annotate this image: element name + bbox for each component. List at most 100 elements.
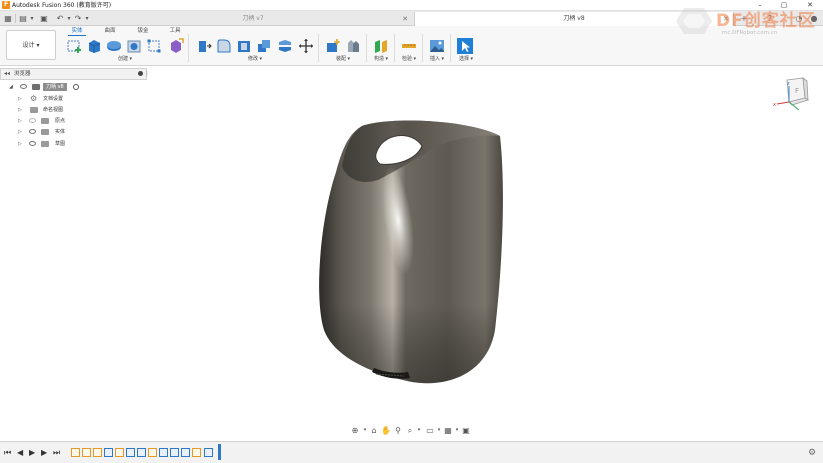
timeline-feature-fillet[interactable] xyxy=(137,448,146,457)
expand-arrow-icon[interactable]: ▷ xyxy=(18,107,22,113)
fusion-app-icon: F xyxy=(2,1,10,9)
save-icon[interactable]: ▣ xyxy=(38,13,50,24)
move-icon[interactable] xyxy=(298,38,314,54)
timeline-feature-sketch[interactable] xyxy=(71,448,80,457)
display-settings-icon[interactable]: ▭ xyxy=(424,424,436,437)
expand-arrow-icon[interactable]: ◢ xyxy=(9,84,13,90)
timeline-marker[interactable] xyxy=(218,444,221,460)
timeline-feature-sketch[interactable] xyxy=(82,448,91,457)
measure-icon[interactable] xyxy=(401,38,417,54)
create-sketch-icon[interactable] xyxy=(66,38,82,54)
timeline-feature-sketch[interactable] xyxy=(115,448,124,457)
offset-plane-icon[interactable] xyxy=(373,38,389,54)
group-insert-label[interactable]: 插入 ▾ xyxy=(422,56,452,63)
workspace-switcher[interactable]: 设计 ▾ xyxy=(6,30,56,60)
shell-icon[interactable] xyxy=(236,38,252,54)
combine-icon[interactable] xyxy=(256,38,272,54)
panel-menu-icon[interactable]: ⋮ xyxy=(144,69,150,79)
expand-arrow-icon[interactable]: ▷ xyxy=(18,118,22,124)
press-pull-icon[interactable] xyxy=(196,38,212,54)
new-component-icon[interactable] xyxy=(325,38,341,54)
timeline-feature-sketch[interactable] xyxy=(192,448,201,457)
sweep-icon[interactable] xyxy=(126,38,142,54)
root-component-label: 刀柄 v8 xyxy=(43,83,67,91)
tab-tools[interactable]: 工具 xyxy=(166,27,184,36)
visibility-eye-icon[interactable] xyxy=(29,141,36,146)
form-icon[interactable] xyxy=(168,38,184,54)
timeline-feature-sketch[interactable] xyxy=(148,448,157,457)
3d-model-shell[interactable] xyxy=(300,110,530,410)
zoom-dropdown-icon[interactable]: ▾ xyxy=(416,424,422,437)
group-construct-label[interactable]: 构造 ▾ xyxy=(366,56,396,63)
tree-item-label: 命名视图 xyxy=(43,107,64,113)
tab-document-v7[interactable]: 刀柄 v7 ✕ xyxy=(94,12,412,26)
insert-image-icon[interactable] xyxy=(429,38,445,54)
fit-icon[interactable]: ⌕ xyxy=(404,424,416,437)
viewports-icon[interactable]: ▣ xyxy=(460,424,472,437)
play-icon[interactable]: ▶ xyxy=(29,447,35,459)
select-icon[interactable] xyxy=(457,38,473,54)
group-create-label[interactable]: 创建 ▾ xyxy=(110,56,140,63)
timeline-feature-combine[interactable] xyxy=(170,448,179,457)
tab-sheet-metal[interactable]: 钣金 xyxy=(134,27,152,36)
tab-label: 刀柄 v8 xyxy=(563,15,585,22)
activate-radio-icon[interactable] xyxy=(73,84,79,90)
expand-arrow-icon[interactable]: ▷ xyxy=(18,129,22,135)
timeline-settings-gear-icon[interactable]: ⚙ xyxy=(808,447,816,459)
look-at-icon[interactable]: ⌂ xyxy=(368,424,380,437)
visibility-eye-icon[interactable] xyxy=(29,118,36,123)
group-modify-label[interactable]: 修改 ▾ xyxy=(240,56,270,63)
split-body-icon[interactable] xyxy=(277,38,293,54)
group-select-label[interactable]: 选择 ▾ xyxy=(451,56,481,63)
tree-root[interactable]: ◢ 刀柄 v8 xyxy=(0,82,150,92)
joint-icon[interactable] xyxy=(345,38,361,54)
tree-item-sketches[interactable]: ▷ 草图 xyxy=(0,139,150,149)
tab-solid[interactable]: 实体 xyxy=(68,27,86,36)
revolve-icon[interactable] xyxy=(106,38,122,54)
group-assemble-label[interactable]: 装配 ▾ xyxy=(328,56,358,63)
timeline-feature-split[interactable] xyxy=(181,448,190,457)
viewcube[interactable]: F x z xyxy=(773,74,813,114)
browser-panel-header: ◂◂ 浏览器 ⋮ xyxy=(0,68,150,80)
orbit-icon[interactable]: ⊕ xyxy=(348,424,362,437)
expand-arrow-icon[interactable]: ▷ xyxy=(18,141,22,147)
gear-icon: ⚙ xyxy=(30,94,38,103)
fillet-icon[interactable] xyxy=(216,38,232,54)
tree-item-named-views[interactable]: ▷ 命名视图 xyxy=(0,105,150,115)
expand-arrow-icon[interactable]: ▷ xyxy=(18,96,22,102)
redo-dropdown-icon[interactable]: ▾ xyxy=(81,13,93,24)
close-icon[interactable]: ✕ xyxy=(402,12,408,26)
folder-icon xyxy=(41,118,49,124)
axis-x-label: x xyxy=(773,102,776,108)
pin-icon[interactable] xyxy=(138,71,143,76)
collapse-panel-icon[interactable]: ◂◂ xyxy=(4,69,10,79)
file-dropdown-icon[interactable]: ▾ xyxy=(26,13,38,24)
tree-item-label: 文档设置 xyxy=(43,96,64,102)
tab-surface[interactable]: 曲面 xyxy=(101,27,119,36)
extrude-icon[interactable] xyxy=(86,38,102,54)
timeline-feature-extrude[interactable] xyxy=(204,448,213,457)
grid-settings-icon[interactable]: ▦ xyxy=(442,424,454,437)
tree-item-bodies[interactable]: ▷ 实体 xyxy=(0,127,150,137)
go-to-end-icon[interactable]: ⏭ xyxy=(53,447,60,459)
watermark-brand: DF创客社区 xyxy=(716,11,816,31)
timeline-feature-loft[interactable] xyxy=(126,448,135,457)
step-forward-icon[interactable]: ▶ xyxy=(41,447,47,459)
watermark: DF创客社区 mc.DFRobot.com.cn xyxy=(660,0,823,44)
folder-icon xyxy=(30,107,38,113)
go-to-start-icon[interactable]: ⏮ xyxy=(4,447,11,459)
zoom-icon[interactable]: ⚲ xyxy=(392,424,404,437)
separator xyxy=(318,34,319,62)
timeline-feature-shell[interactable] xyxy=(159,448,168,457)
group-inspect-label[interactable]: 检验 ▾ xyxy=(394,56,424,63)
grid-menu-icon[interactable]: ▦ xyxy=(2,13,14,24)
loft-icon[interactable] xyxy=(146,38,162,54)
tree-item-document-settings[interactable]: ▷ ⚙ 文档设置 xyxy=(0,94,150,104)
tree-item-origin[interactable]: ▷ 原点 xyxy=(0,116,150,126)
visibility-eye-icon[interactable] xyxy=(29,129,36,134)
timeline-feature-extrude[interactable] xyxy=(104,448,113,457)
step-back-icon[interactable]: ◀ xyxy=(17,447,23,459)
visibility-eye-icon[interactable] xyxy=(20,84,27,89)
pan-icon[interactable]: ✋ xyxy=(380,424,392,437)
timeline-feature-sketch[interactable] xyxy=(93,448,102,457)
